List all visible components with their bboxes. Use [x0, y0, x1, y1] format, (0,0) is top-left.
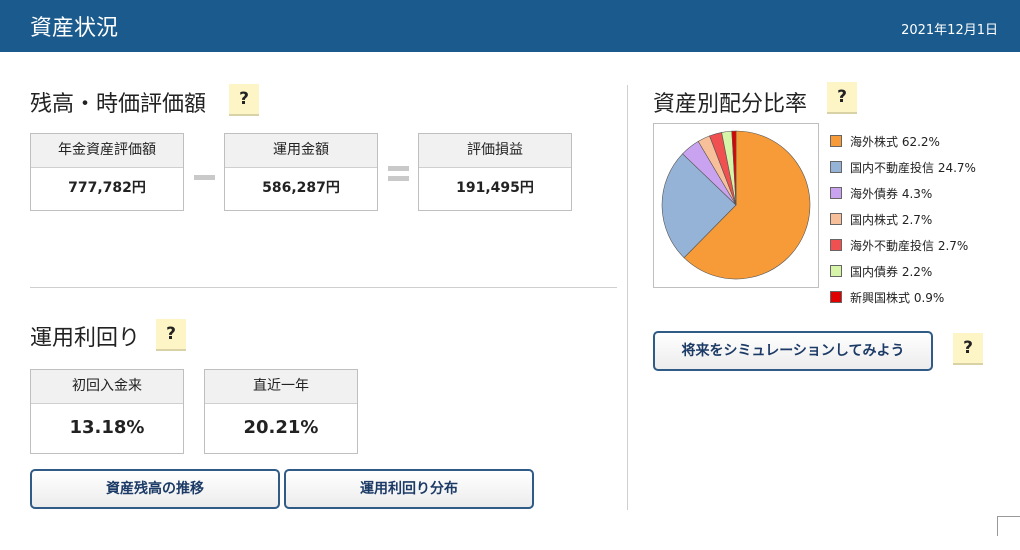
invested-amount-value: 586,287円 — [262, 180, 340, 196]
yield-last-year-box: 直近一年 20.21% — [204, 369, 358, 454]
allocation-pie-chart — [653, 123, 819, 288]
legend-item: 国内債券 2.2% — [830, 263, 976, 289]
minus-sign — [194, 175, 215, 180]
legend-label: 海外株式 62.2% — [850, 135, 940, 149]
legend-label: 国内債券 2.2% — [850, 265, 933, 279]
pension-asset-value-label: 年金資産評価額 — [31, 134, 183, 168]
legend-label: 海外債券 4.3% — [850, 187, 933, 201]
legend-swatch — [830, 213, 842, 225]
unrealized-gain-value: 191,495円 — [456, 180, 534, 196]
simulate-help-button[interactable]: ? — [953, 333, 983, 365]
legend-item: 海外債券 4.3% — [830, 185, 976, 211]
yield-section-title: 運用利回り — [30, 326, 141, 351]
legend-swatch — [830, 265, 842, 277]
yield-distribution-button[interactable]: 運用利回り分布 — [284, 469, 534, 509]
legend-swatch — [830, 239, 842, 251]
legend-label: 国内不動産投信 24.7% — [850, 161, 976, 175]
yield-since-inception-value: 13.18% — [69, 417, 145, 438]
section-divider — [30, 287, 617, 288]
pie-chart-svg — [661, 130, 811, 280]
yield-last-year-label: 直近一年 — [205, 370, 357, 404]
balance-section-title: 残高・時価評価額 — [30, 92, 207, 117]
header-bar: 資産状況 2021年12月1日 — [0, 0, 1020, 52]
yield-since-inception-box: 初回入金来 13.18% — [30, 369, 184, 454]
legend-swatch — [830, 161, 842, 173]
allocation-section-title: 資産別配分比率 — [653, 92, 808, 117]
legend-label: 海外不動産投信 2.7% — [850, 239, 969, 253]
header-date: 2021年12月1日 — [901, 23, 998, 38]
legend-swatch — [830, 187, 842, 199]
page-title: 資産状況 — [30, 16, 119, 41]
legend-item: 海外株式 62.2% — [830, 133, 976, 159]
resize-corner — [997, 516, 1020, 536]
yield-since-inception-label: 初回入金来 — [31, 370, 183, 404]
legend-item: 国内不動産投信 24.7% — [830, 159, 976, 185]
pension-asset-value: 777,782円 — [68, 180, 146, 196]
column-divider — [627, 85, 628, 510]
equals-sign-bottom — [388, 176, 409, 181]
balance-help-button[interactable]: ? — [229, 84, 259, 116]
legend-swatch — [830, 291, 842, 303]
equals-sign-top — [388, 166, 409, 171]
simulate-future-button[interactable]: 将来をシミュレーションしてみよう — [653, 331, 933, 371]
legend-swatch — [830, 135, 842, 147]
invested-amount-box: 運用金額 586,287円 — [224, 133, 378, 211]
allocation-help-button[interactable]: ? — [827, 82, 857, 114]
legend-label: 国内株式 2.7% — [850, 213, 933, 227]
legend-item: 新興国株式 0.9% — [830, 289, 976, 315]
legend-item: 国内株式 2.7% — [830, 211, 976, 237]
legend-label: 新興国株式 0.9% — [850, 291, 945, 305]
invested-amount-label: 運用金額 — [225, 134, 377, 168]
allocation-legend: 海外株式 62.2% 国内不動産投信 24.7% 海外債券 4.3% 国内株式 2.7… — [830, 133, 976, 315]
unrealized-gain-label: 評価損益 — [419, 134, 571, 168]
unrealized-gain-box: 評価損益 191,495円 — [418, 133, 572, 211]
pension-asset-value-box: 年金資産評価額 777,782円 — [30, 133, 184, 211]
yield-last-year-value: 20.21% — [243, 417, 319, 438]
yield-help-button[interactable]: ? — [156, 319, 186, 351]
asset-history-button[interactable]: 資産残高の推移 — [30, 469, 280, 509]
legend-item: 海外不動産投信 2.7% — [830, 237, 976, 263]
